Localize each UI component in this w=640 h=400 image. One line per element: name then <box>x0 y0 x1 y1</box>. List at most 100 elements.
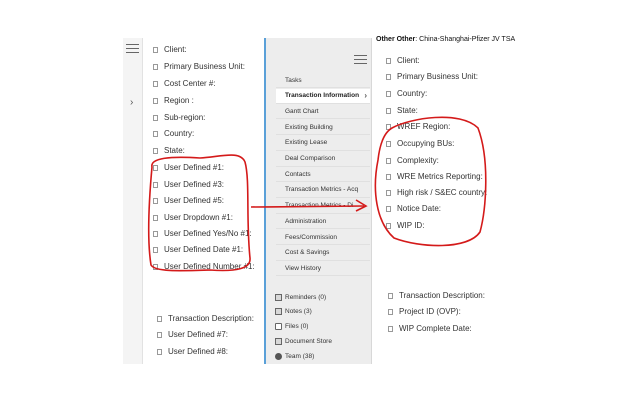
nav-item-label: Transaction Information <box>285 92 360 100</box>
field-handle-icon <box>153 81 158 87</box>
field-handle-icon <box>153 64 158 70</box>
nav-item-existing-lease[interactable]: Existing Lease <box>276 136 370 151</box>
field-handle-icon <box>388 326 393 332</box>
field-project-id-ovp: Project ID (OVP): <box>388 307 461 317</box>
field-wip-complete-date: WIP Complete Date: <box>388 324 472 334</box>
nav-bottom-label: Notes (3) <box>285 308 312 315</box>
field-country: Country: <box>153 129 194 139</box>
left-collapse-strip: › <box>123 38 143 364</box>
field-label: User Defined Yes/No #1: <box>164 229 252 238</box>
header-label: Other Other <box>376 36 416 43</box>
field-label: User Defined #7: <box>168 330 229 339</box>
field-label: User Dropdown #1: <box>164 213 233 222</box>
field-complexity: Complexity: <box>386 156 439 166</box>
field-wip-id: WIP ID: <box>386 221 424 231</box>
nav-item-existing-building[interactable]: Existing Building <box>276 120 370 136</box>
nav-item-fees-commission[interactable]: Fees/Commission <box>276 230 370 245</box>
field-handle-icon <box>386 141 391 147</box>
field-label: User Defined #1: <box>164 163 225 172</box>
field-handle-icon <box>153 215 158 221</box>
field-user-defined-8: User Defined #8: <box>157 347 228 357</box>
nav-item-gantt-chart[interactable]: Gantt Chart <box>276 104 370 120</box>
field-handle-icon <box>153 148 158 154</box>
nav-item-deal-comparison[interactable]: Deal Comparison <box>276 152 370 167</box>
nav-item-label: Contacts <box>285 170 311 178</box>
nav-item-label: Transaction Metrics - Acq <box>285 186 359 194</box>
field-handle-icon <box>153 115 158 121</box>
field-occupying-bus: Occupying BUs: <box>386 139 454 149</box>
field-label: WREF Region: <box>397 122 451 131</box>
nav-item-contacts[interactable]: Contacts <box>276 167 370 183</box>
field-label: State: <box>164 146 185 155</box>
field-label: User Defined Date #1: <box>164 245 244 254</box>
field-handle-icon <box>386 206 391 212</box>
bell-icon <box>275 294 282 301</box>
nav-item-label: Transaction Metrics - Di <box>285 202 354 210</box>
field-label: Occupying BUs: <box>397 139 455 148</box>
field-handle-icon <box>153 47 158 53</box>
field-user-defined-1: User Defined #1: <box>153 163 224 173</box>
nav-bottom-team-38[interactable]: Team (38) <box>275 353 314 360</box>
field-region: Region : <box>153 96 194 106</box>
nav-item-label: Gantt Chart <box>285 107 319 115</box>
nav-item-label: Deal Comparison <box>285 155 336 162</box>
field-handle-icon <box>153 165 158 171</box>
field-user-defined-5: User Defined #5: <box>153 196 224 206</box>
field-label: User Defined #3: <box>164 180 225 189</box>
field-user-defined-number-1: User Defined Number #1: <box>153 262 255 272</box>
field-label: High risk / S&EC country: <box>397 188 488 197</box>
field-label: Client: <box>397 56 420 65</box>
field-wref-region: WREF Region: <box>386 122 450 132</box>
field-handle-icon <box>386 74 391 80</box>
field-primary-business-unit: Primary Business Unit: <box>386 72 478 82</box>
field-handle-icon <box>153 198 158 204</box>
nav-bottom-reminders-0[interactable]: Reminders (0) <box>275 294 326 301</box>
field-handle-icon <box>153 231 158 237</box>
field-user-defined-7: User Defined #7: <box>157 330 228 340</box>
nav-item-transaction-metrics-acq[interactable]: Transaction Metrics - Acq <box>276 183 370 198</box>
field-client: Client: <box>386 56 420 66</box>
field-handle-icon <box>157 332 162 338</box>
field-primary-business-unit: Primary Business Unit: <box>153 62 245 72</box>
field-high-risk-s-ec-country: High risk / S&EC country: <box>386 188 487 198</box>
field-handle-icon <box>153 98 158 104</box>
field-user-defined-yes-no-1: User Defined Yes/No #1: <box>153 229 252 239</box>
chevron-right-icon[interactable]: › <box>130 98 133 108</box>
field-handle-icon <box>153 182 158 188</box>
folder-icon <box>275 323 282 330</box>
field-label: Primary Business Unit: <box>397 72 478 81</box>
hamburger-menu-icon[interactable] <box>354 55 367 64</box>
field-state: State: <box>153 146 185 156</box>
field-handle-icon <box>386 91 391 97</box>
nav-bottom-notes-3[interactable]: Notes (3) <box>275 308 312 315</box>
field-handle-icon <box>386 108 391 114</box>
nav-item-transaction-metrics-di[interactable]: Transaction Metrics - Di <box>276 199 370 214</box>
nav-item-label: Existing Building <box>285 123 333 131</box>
field-handle-icon <box>386 174 391 180</box>
field-user-defined-3: User Defined #3: <box>153 180 224 190</box>
field-label: WRE Metrics Reporting: <box>397 172 483 181</box>
field-transaction-description: Transaction Description: <box>157 314 254 324</box>
nav-item-label: View History <box>285 264 322 272</box>
hamburger-menu-icon[interactable] <box>126 44 139 53</box>
field-handle-icon <box>386 223 391 229</box>
nav-item-view-history[interactable]: View History <box>276 261 370 277</box>
field-handle-icon <box>386 58 391 64</box>
nav-bottom-document-store[interactable]: Document Store <box>275 338 332 345</box>
nav-bottom-files-0[interactable]: Files (0) <box>275 323 308 330</box>
field-label: Project ID (OVP): <box>399 307 461 316</box>
field-handle-icon <box>388 293 393 299</box>
field-label: Transaction Description: <box>399 291 485 300</box>
nav-item-transaction-information[interactable]: Transaction Information › <box>276 88 370 104</box>
chevron-right-icon: › <box>364 91 367 101</box>
field-client: Client: <box>153 45 187 55</box>
field-label: Complexity: <box>397 156 439 165</box>
nav-item-tasks[interactable]: Tasks <box>276 73 370 88</box>
header-value: : China-Shanghai-Pfizer JV TSA <box>415 36 516 43</box>
field-label: Notice Date: <box>397 204 442 213</box>
field-handle-icon <box>157 316 162 322</box>
nav-item-administration[interactable]: Administration <box>276 214 370 230</box>
field-label: Transaction Description: <box>168 314 254 323</box>
nav-bottom-label: Reminders (0) <box>285 294 327 301</box>
nav-item-cost-savings[interactable]: Cost & Savings <box>276 246 370 261</box>
